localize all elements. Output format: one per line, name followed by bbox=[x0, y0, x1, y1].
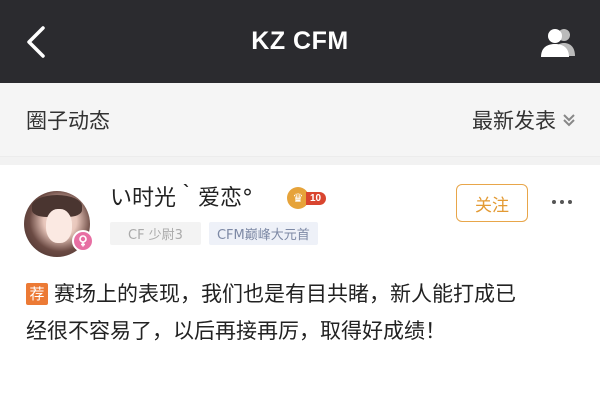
divider bbox=[0, 157, 600, 165]
follow-button[interactable]: 关注 bbox=[456, 184, 528, 222]
post-content: 荐赛场上的表现，我们也是有目共睹，新人能打成已经很不容易了，以后再接再厉，取得好… bbox=[26, 276, 516, 350]
username[interactable]: い时光｀爱恋° bbox=[110, 180, 253, 212]
top-bar: KZ CFM bbox=[0, 0, 600, 83]
double-chevron-down-icon bbox=[563, 113, 575, 126]
vip-badge: ♛ 10 bbox=[287, 187, 327, 209]
sort-dropdown[interactable]: 最新发表 bbox=[472, 105, 576, 135]
female-gender-icon bbox=[72, 230, 94, 252]
group-tag: CFM巅峰大元首 bbox=[208, 222, 318, 245]
chevron-left-icon bbox=[27, 26, 45, 58]
back-button[interactable] bbox=[18, 22, 54, 62]
rank-tag: CF 少尉3 bbox=[110, 222, 201, 245]
post-text: 赛场上的表现，我们也是有目共睹，新人能打成已经很不容易了，以后再接再厉，取得好成… bbox=[26, 282, 516, 343]
recommend-badge: 荐 bbox=[26, 283, 48, 305]
feed-header: 圈子动态 最新发表 bbox=[0, 83, 600, 157]
members-button[interactable] bbox=[538, 24, 578, 60]
more-options-icon[interactable] bbox=[548, 194, 576, 210]
sort-label: 最新发表 bbox=[472, 108, 556, 133]
members-icon bbox=[541, 29, 575, 57]
user-tags: CF 少尉3 CFM巅峰大元首 bbox=[110, 222, 318, 245]
page-title: KZ CFM bbox=[251, 27, 349, 55]
vip-level: 10 bbox=[306, 191, 327, 205]
section-title: 圈子动态 bbox=[26, 108, 110, 133]
